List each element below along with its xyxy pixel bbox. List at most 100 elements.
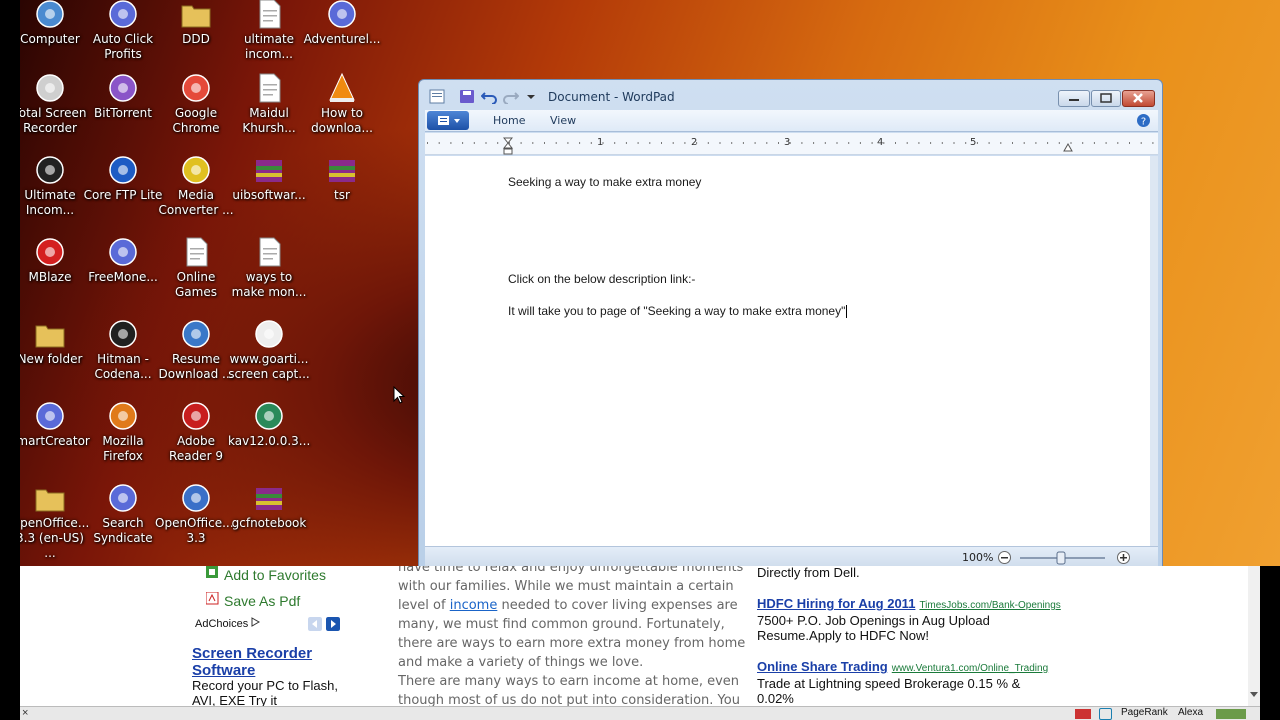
- save-as-pdf-link[interactable]: Save As Pdf: [224, 593, 300, 609]
- page-scrollbar[interactable]: [1248, 566, 1260, 706]
- seo-icon[interactable]: [1099, 708, 1112, 720]
- share-ad-link[interactable]: Online Share Trading: [757, 659, 888, 674]
- hdfc-source-link[interactable]: TimesJobs.com/Bank-Openings: [919, 600, 1060, 611]
- tab-home[interactable]: Home: [493, 114, 525, 127]
- customize-toolbar-icon[interactable]: [523, 89, 539, 104]
- doc-line-text: It will take you to page of "Seeking a w…: [508, 304, 846, 318]
- vertical-scrollbar[interactable]: [1150, 156, 1158, 546]
- article-line: though most of us do not put into consid…: [398, 693, 740, 706]
- desktop-icon[interactable]: Media Converter ...: [155, 154, 237, 218]
- app-icon: [106, 236, 140, 268]
- desktop-icon[interactable]: ultimate incom...: [228, 0, 310, 62]
- alexa-label[interactable]: Alexa: [1178, 707, 1203, 718]
- text-cursor: [846, 305, 848, 319]
- desktop-icon[interactable]: Core FTP Lite: [82, 154, 164, 203]
- zoom-slider[interactable]: [1020, 551, 1110, 565]
- file-menu-button[interactable]: [427, 111, 469, 130]
- desktop-icon[interactable]: tsr: [301, 154, 383, 203]
- desktop-icon-label: BitTorrent: [94, 106, 152, 120]
- openoffice-icon: [179, 482, 213, 514]
- desktop-icon[interactable]: gcfnotebook: [228, 482, 310, 531]
- svg-text:?: ?: [1141, 117, 1146, 128]
- right-indent-marker-icon[interactable]: [1063, 143, 1073, 152]
- mblaze-icon: [33, 236, 67, 268]
- desktop-icon[interactable]: uibsoftwar...: [228, 154, 310, 203]
- desktop-icon-label: Google Chrome: [172, 106, 220, 135]
- desktop-icon[interactable]: ways to make mon...: [228, 236, 310, 300]
- desktop-icon[interactable]: How to downloa...: [301, 72, 383, 136]
- desktop-icon[interactable]: Maidul Khursh...: [228, 72, 310, 136]
- desktop-icon[interactable]: Adventurel...: [301, 0, 383, 47]
- desktop-icon-label: Computer: [20, 32, 80, 46]
- hdfc-ad-line: Resume.Apply to HDFC Now!: [757, 628, 929, 643]
- scroll-down-icon[interactable]: [1250, 690, 1258, 698]
- desktop-icon[interactable]: Computer: [20, 0, 91, 47]
- desktop-icon[interactable]: FreeMone...: [82, 236, 164, 285]
- document-icon: [252, 0, 286, 30]
- desktop-icon-label: Hitman - Codena...: [94, 352, 152, 381]
- document-area[interactable]: Seeking a way to make extra money Click …: [425, 156, 1150, 546]
- desktop-icon[interactable]: Auto Click Profits: [82, 0, 164, 62]
- desktop-icon[interactable]: MBlaze: [20, 236, 91, 285]
- share-ad-line: Trade at Lightning speed Brokerage 0.15 …: [757, 676, 1021, 691]
- desktop-icon[interactable]: Total Screen Recorder: [20, 72, 91, 136]
- desktop-icon[interactable]: Search Syndicate: [82, 482, 164, 546]
- wordpad-window[interactable]: Document - WordPad Home View ? 1 2 3 4 5…: [418, 79, 1163, 571]
- share-source-link[interactable]: www.Ventura1.com/Online_Trading: [892, 663, 1048, 674]
- desktop-icon[interactable]: Hitman - Codena...: [82, 318, 164, 382]
- ad-title-link[interactable]: Screen Recorder Software: [192, 645, 342, 679]
- pagerank-label[interactable]: PageRank: [1121, 707, 1168, 718]
- desktop-icon[interactable]: www.goarti... screen capt...: [228, 318, 310, 382]
- zoom-out-icon[interactable]: [997, 550, 1012, 565]
- computer-icon: [33, 0, 67, 30]
- income-link[interactable]: income: [450, 598, 498, 613]
- maximize-icon: [1100, 93, 1112, 103]
- title-bar[interactable]: Document - WordPad: [419, 80, 1162, 110]
- desktop-icon[interactable]: smartCreator: [20, 400, 91, 449]
- desktop-icon-label: DDD: [182, 32, 210, 46]
- favorites-icon: [206, 566, 218, 578]
- desktop-icon[interactable]: BitTorrent: [82, 72, 164, 121]
- redo-icon[interactable]: [503, 89, 519, 104]
- desktop-icon-label: OpenOffice... 3.3 (en-US) ...: [20, 516, 90, 560]
- desktop-icon[interactable]: Mozilla Firefox: [82, 400, 164, 464]
- doc-line: Seeking a way to make extra money: [508, 175, 702, 189]
- desktop-icon[interactable]: Google Chrome: [155, 72, 237, 136]
- desktop-icon[interactable]: Ultimate Incom...: [20, 154, 91, 218]
- hdfc-ad-link[interactable]: HDFC Hiring for Aug 2011: [757, 596, 915, 611]
- addon-icon[interactable]: [1216, 709, 1246, 719]
- maximize-button[interactable]: [1091, 90, 1121, 107]
- desktop-icon[interactable]: OpenOffice... 3.3 (en-US) ...: [20, 482, 91, 561]
- close-button[interactable]: [1122, 90, 1155, 107]
- desktop-icon[interactable]: kav12.0.0.3...: [228, 400, 310, 449]
- prev-ad-icon[interactable]: [308, 617, 322, 631]
- desktop-icon[interactable]: Adobe Reader 9: [155, 400, 237, 464]
- undo-icon[interactable]: [481, 89, 497, 104]
- mouse-cursor-icon: [393, 386, 406, 404]
- desktop-icon[interactable]: Online Games: [155, 236, 237, 300]
- minimize-icon: [1069, 99, 1079, 101]
- desktop-icon[interactable]: Resume Download ...: [155, 318, 237, 382]
- help-icon[interactable]: ?: [1136, 113, 1151, 128]
- ruler[interactable]: 1 2 3 4 5: [425, 133, 1158, 155]
- document-icon: [252, 236, 286, 268]
- desktop-icon[interactable]: DDD: [155, 0, 237, 47]
- tab-view[interactable]: View: [550, 114, 576, 127]
- keep-icon[interactable]: [1075, 709, 1091, 719]
- share-ad-heading: Online Share Trading www.Ventura1.com/Onl…: [757, 659, 1048, 674]
- save-icon[interactable]: [459, 89, 475, 104]
- minimize-button[interactable]: [1058, 90, 1090, 107]
- next-ad-icon[interactable]: [326, 617, 340, 631]
- indent-marker-icon[interactable]: [503, 137, 513, 155]
- video-icon: [33, 154, 67, 186]
- zoom-in-icon[interactable]: [1116, 550, 1131, 565]
- desktop-icon[interactable]: OpenOffice.... 3.3: [155, 482, 237, 546]
- desktop-icon[interactable]: New folder: [20, 318, 91, 367]
- dell-ad-text: Directly from Dell.: [757, 566, 860, 580]
- close-bar-button[interactable]: ×: [22, 707, 28, 719]
- desktop-icon-label: kav12.0.0.3...: [228, 434, 311, 448]
- add-to-favorites-link[interactable]: Add to Favorites: [224, 567, 326, 583]
- desktop-icon-label: Media Converter ...: [158, 188, 234, 217]
- adchoices-text: AdChoices: [195, 618, 249, 630]
- adchoices-label[interactable]: AdChoices: [195, 617, 261, 630]
